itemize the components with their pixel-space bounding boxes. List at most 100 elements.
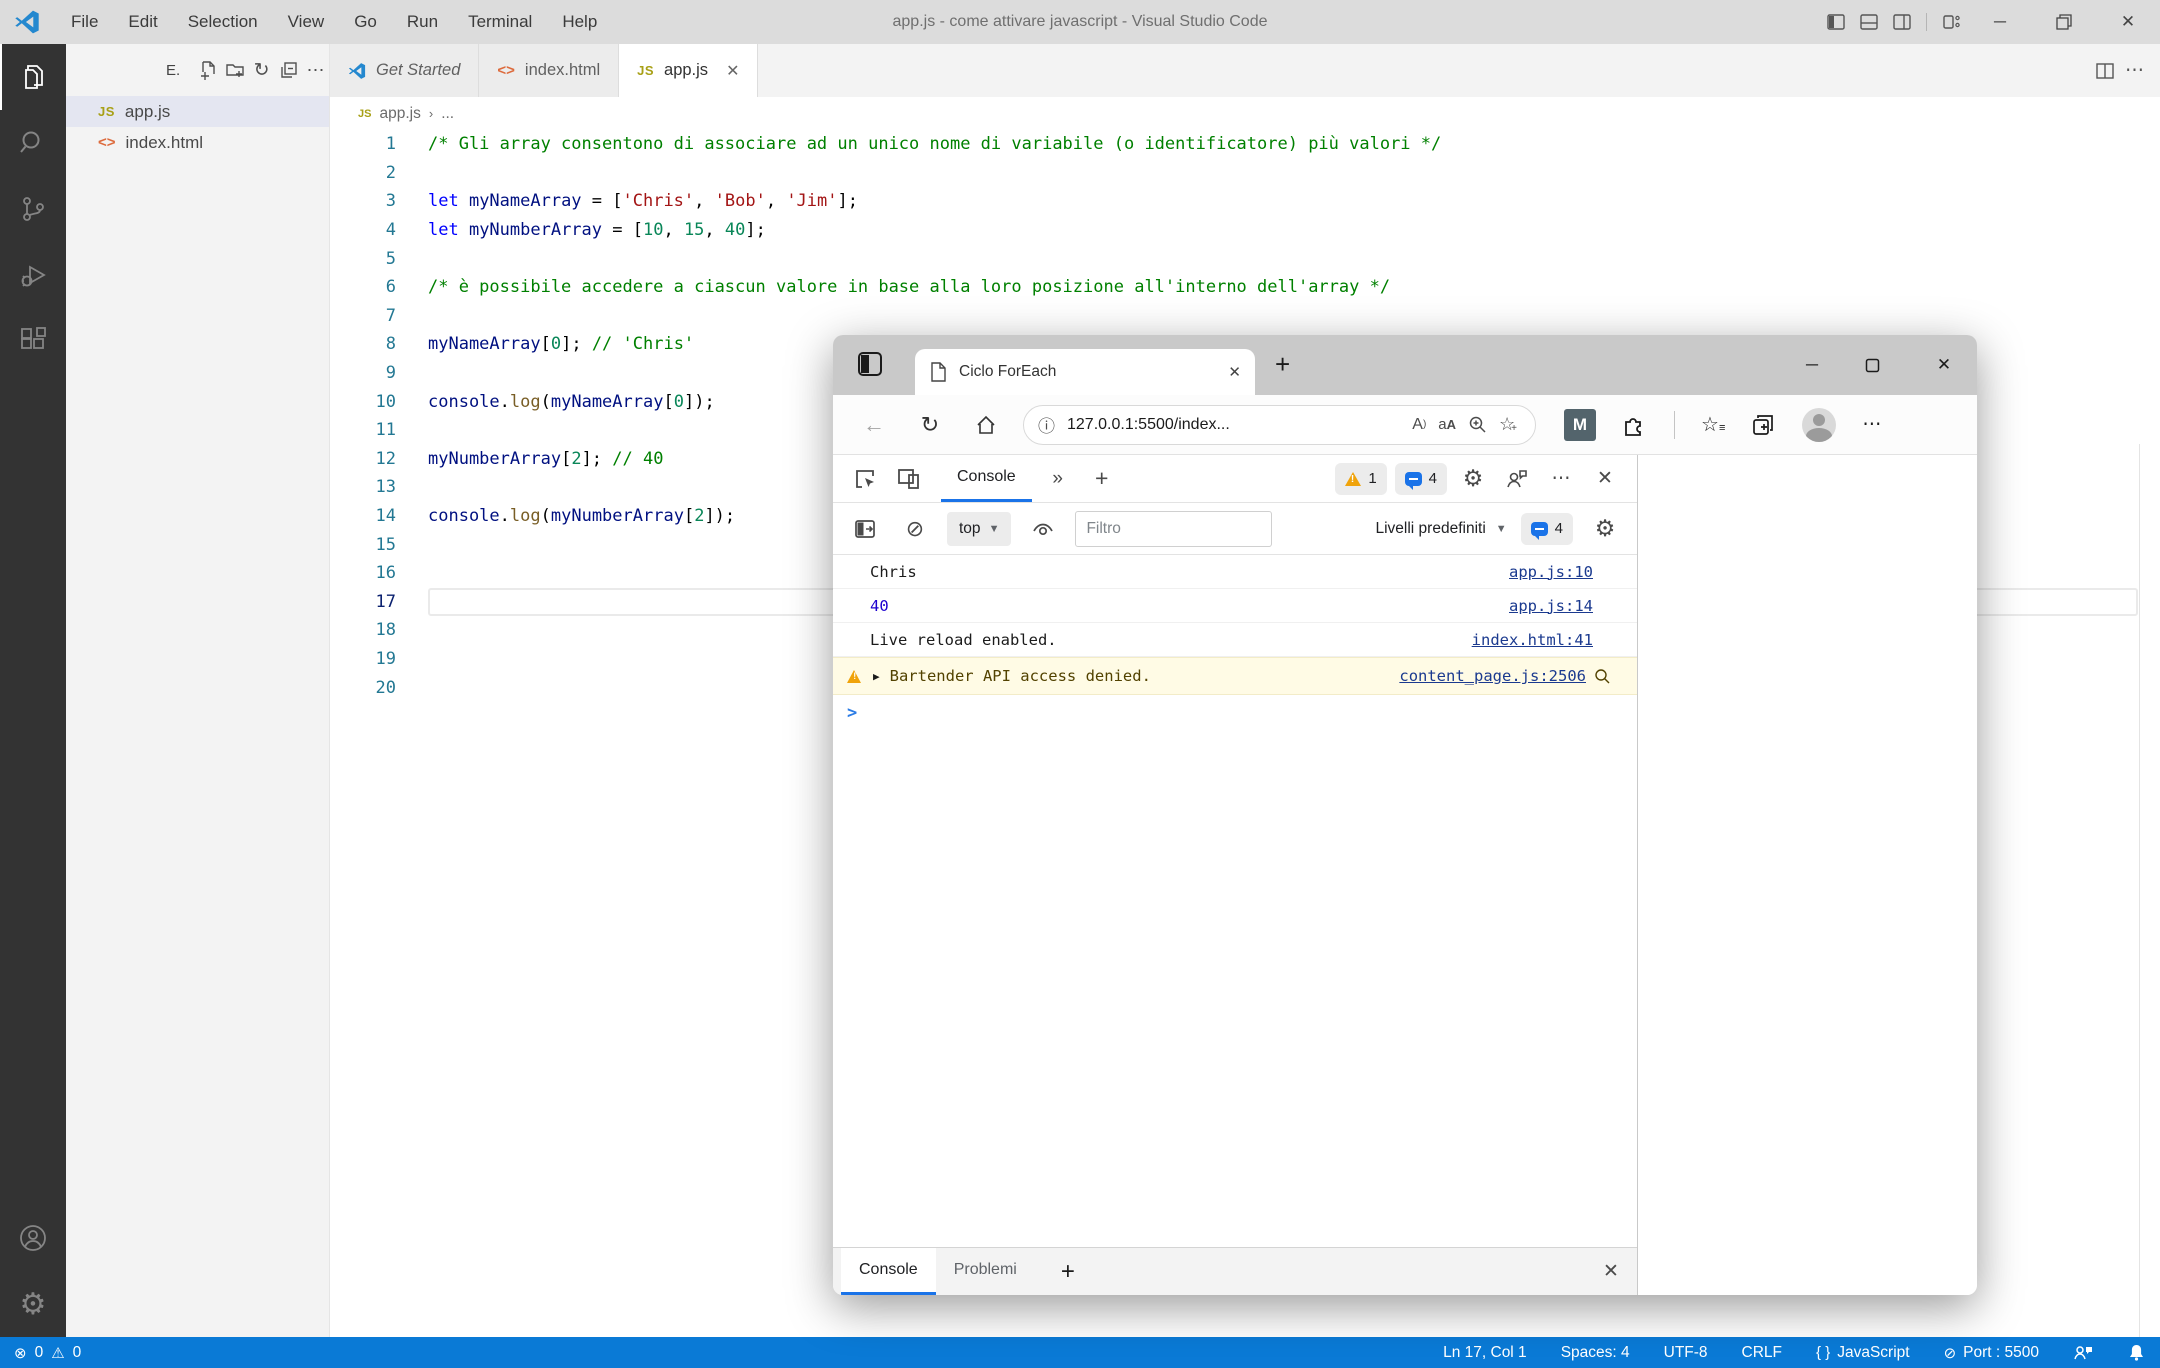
problems-status[interactable]: ⊗ 0 ⚠ 0: [14, 1344, 81, 1362]
editor-tab-app.js[interactable]: JSapp.js✕: [619, 44, 758, 97]
back-icon[interactable]: ←: [859, 412, 889, 438]
status-language[interactable]: { }JavaScript: [1816, 1344, 1910, 1362]
devtools-settings-icon[interactable]: ⚙: [1455, 462, 1491, 496]
activity-search-icon[interactable]: [0, 110, 66, 176]
device-toolbar-icon[interactable]: [891, 462, 927, 496]
breadcrumb-file[interactable]: app.js: [379, 105, 420, 123]
favorites-icon[interactable]: ☆≡: [1701, 412, 1724, 437]
console-prompt[interactable]: >: [833, 695, 1637, 731]
expand-caret-icon[interactable]: ▶: [873, 670, 880, 683]
toggle-panel-icon[interactable]: [1852, 0, 1885, 44]
account-icon[interactable]: [0, 1205, 66, 1271]
new-folder-icon[interactable]: [221, 55, 248, 85]
log-levels-selector[interactable]: Livelli predefiniti ▼: [1375, 520, 1506, 538]
new-file-icon[interactable]: [194, 55, 221, 85]
warnings-badge[interactable]: 1: [1335, 463, 1386, 495]
more-tabs-icon[interactable]: »: [1040, 462, 1076, 496]
feedback-icon[interactable]: [2073, 1343, 2093, 1363]
menu-item-go[interactable]: Go: [339, 0, 392, 44]
search-source-icon[interactable]: [1594, 668, 1611, 685]
source-link[interactable]: app.js:10: [1509, 563, 1593, 581]
file-item-app.js[interactable]: JSapp.js: [66, 96, 329, 127]
translate-icon[interactable]: aA: [1438, 416, 1456, 433]
browser-minimize-button[interactable]: ─: [1799, 355, 1825, 375]
devtools-close-icon[interactable]: ✕: [1587, 462, 1623, 496]
status-encoding[interactable]: UTF-8: [1664, 1344, 1708, 1362]
menu-item-view[interactable]: View: [273, 0, 340, 44]
webpage-content[interactable]: [1637, 455, 1977, 1295]
console-settings-icon[interactable]: ⚙: [1587, 512, 1623, 546]
source-link[interactable]: index.html:41: [1472, 631, 1593, 649]
menu-item-run[interactable]: Run: [392, 0, 453, 44]
restore-button[interactable]: [2032, 0, 2096, 44]
console-sidebar-icon[interactable]: [847, 512, 883, 546]
read-aloud-icon[interactable]: A): [1412, 416, 1426, 434]
settings-gear-icon[interactable]: ⚙: [0, 1271, 66, 1337]
code-line[interactable]: 1/* Gli array consentono di associare ad…: [330, 130, 2160, 159]
collections-icon[interactable]: [1750, 412, 1776, 438]
code-line[interactable]: 3let myNameArray = ['Chris', 'Bob', 'Jim…: [330, 187, 2160, 216]
editor-scrollbar[interactable]: [2139, 444, 2140, 1337]
drawer-tab-console[interactable]: Console: [841, 1248, 936, 1295]
source-link[interactable]: app.js:14: [1509, 597, 1593, 615]
explorer-section-header[interactable]: E. ↻ ⋯: [66, 44, 329, 96]
customize-layout-icon[interactable]: [1935, 0, 1968, 44]
code-line[interactable]: 2: [330, 159, 2160, 188]
menu-item-help[interactable]: Help: [547, 0, 612, 44]
breadcrumb[interactable]: JS app.js › ...: [330, 97, 2160, 130]
add-favorite-icon[interactable]: ☆+: [1499, 414, 1521, 435]
devtools-feedback-icon[interactable]: [1499, 462, 1535, 496]
inspect-element-icon[interactable]: [847, 462, 883, 496]
menu-item-selection[interactable]: Selection: [173, 0, 273, 44]
activity-explorer-icon[interactable]: [0, 44, 66, 110]
activity-run-debug-icon[interactable]: [0, 242, 66, 308]
clear-console-icon[interactable]: ⊘: [897, 512, 933, 546]
code-line[interactable]: 6/* è possibile accedere a ciascun valor…: [330, 273, 2160, 302]
reload-icon[interactable]: ↻: [915, 412, 945, 438]
new-tab-icon[interactable]: +: [1275, 351, 1290, 377]
issues-badge[interactable]: 4: [1395, 463, 1447, 495]
status-indentation[interactable]: Spaces: 4: [1561, 1344, 1630, 1362]
issues-count-badge[interactable]: 4: [1521, 513, 1573, 545]
drawer-tab-problemi[interactable]: Problemi: [936, 1248, 1035, 1295]
code-line[interactable]: 7: [330, 302, 2160, 331]
site-info-icon[interactable]: ⓘ: [1038, 412, 1055, 437]
add-tool-icon[interactable]: +: [1084, 462, 1120, 496]
devtools-more-icon[interactable]: ⋯: [1543, 462, 1579, 496]
extensions-puzzle-icon[interactable]: [1622, 412, 1648, 438]
browser-maximize-button[interactable]: [1865, 358, 1891, 373]
split-editor-icon[interactable]: [2095, 61, 2115, 81]
minimize-button[interactable]: ─: [1968, 0, 2032, 44]
menu-item-edit[interactable]: Edit: [113, 0, 172, 44]
toggle-sidebar-icon[interactable]: [1819, 0, 1852, 44]
console-filter-input[interactable]: [1075, 511, 1272, 547]
drawer-close-icon[interactable]: ✕: [1593, 1255, 1629, 1289]
live-expression-eye-icon[interactable]: [1025, 512, 1061, 546]
tab-close-icon[interactable]: ✕: [1228, 363, 1241, 381]
collapse-folders-icon[interactable]: [275, 55, 302, 85]
notifications-bell-icon[interactable]: [2127, 1343, 2146, 1362]
drawer-add-icon[interactable]: +: [1061, 1258, 1075, 1286]
context-selector[interactable]: top ▼: [947, 512, 1011, 546]
breadcrumb-more[interactable]: ...: [441, 105, 454, 123]
more-actions-icon[interactable]: ⋯: [302, 55, 329, 85]
activity-extensions-icon[interactable]: [0, 308, 66, 374]
editor-tab-get-started[interactable]: Get Started: [330, 44, 479, 97]
home-icon[interactable]: [971, 414, 1001, 436]
status-live-server-port[interactable]: ⊘Port : 5500: [1944, 1344, 2039, 1362]
url-text[interactable]: 127.0.0.1:5500/index...: [1067, 416, 1400, 434]
menu-item-file[interactable]: File: [56, 0, 113, 44]
refresh-explorer-icon[interactable]: ↻: [248, 55, 275, 85]
toggle-secondary-sidebar-icon[interactable]: [1885, 0, 1918, 44]
browser-close-button[interactable]: ✕: [1931, 355, 1957, 375]
code-line[interactable]: 4let myNumberArray = [10, 15, 40];: [330, 216, 2160, 245]
tab-close-icon[interactable]: ✕: [726, 61, 739, 81]
tab-actions-icon[interactable]: [855, 349, 885, 379]
browser-tab[interactable]: Ciclo ForEach ✕: [915, 349, 1255, 395]
activity-source-control-icon[interactable]: [0, 176, 66, 242]
devtools-console-tab[interactable]: Console: [941, 455, 1032, 502]
close-button[interactable]: ✕: [2096, 0, 2160, 44]
profile-avatar[interactable]: [1802, 408, 1836, 442]
address-bar[interactable]: ⓘ 127.0.0.1:5500/index... A) aA ☆+: [1023, 405, 1536, 445]
source-link[interactable]: content_page.js:2506: [1399, 667, 1586, 685]
